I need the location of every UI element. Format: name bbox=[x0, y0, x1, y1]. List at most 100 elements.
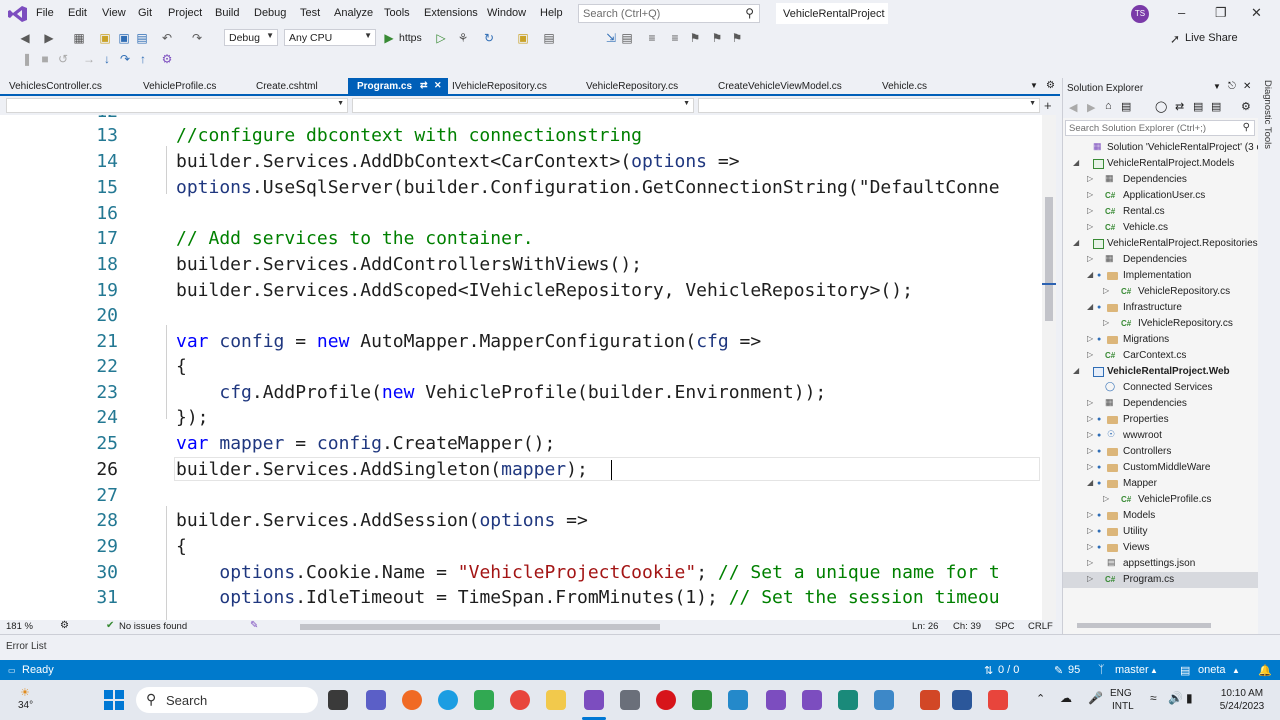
tree-folder[interactable]: ▷ ● Models bbox=[1063, 508, 1259, 524]
sync-icon[interactable]: ⇄ bbox=[1175, 100, 1184, 113]
visual-studio-taskbar-icon[interactable] bbox=[584, 690, 604, 710]
tab-vehiclescontroller[interactable]: VehiclesController.cs bbox=[0, 78, 111, 94]
redo-icon[interactable]: ↷ bbox=[190, 31, 204, 45]
step-over-icon[interactable]: ↷ bbox=[118, 52, 132, 66]
home-icon[interactable]: ⌂ bbox=[1105, 100, 1112, 112]
layout-icon[interactable]: ▤ bbox=[542, 31, 556, 45]
tree-file[interactable]: ▷ C# ApplicationUser.cs bbox=[1063, 188, 1259, 204]
menu-build[interactable]: Build bbox=[215, 7, 239, 19]
weather-temp[interactable]: 34° bbox=[18, 700, 33, 711]
tab-vehiclerepository[interactable]: VehicleRepository.cs bbox=[577, 78, 687, 94]
refresh-icon[interactable]: ↻ bbox=[482, 31, 496, 45]
tree-folder[interactable]: ◢ ● Mapper bbox=[1063, 476, 1259, 492]
save-all-icon[interactable]: ▤ bbox=[135, 31, 149, 45]
volume-icon[interactable]: 🔊 bbox=[1168, 691, 1183, 705]
chrome-icon[interactable] bbox=[510, 690, 530, 710]
clock-date[interactable]: 5/24/2023 bbox=[1214, 701, 1270, 712]
show-all-files-icon[interactable]: ▤ bbox=[1211, 100, 1221, 113]
tree-connected-services[interactable]: ◯ Connected Services bbox=[1063, 380, 1259, 396]
expanded-icon[interactable]: ◢ bbox=[1073, 158, 1079, 167]
diagnostics-icon[interactable]: ⚙ bbox=[160, 52, 174, 66]
repo-name[interactable]: oneta bbox=[1198, 664, 1226, 676]
tree-project-web[interactable]: ◢ VehicleRentalProject.Web bbox=[1063, 364, 1259, 380]
maximize-icon[interactable]: ❐ bbox=[1215, 5, 1227, 21]
tab-create-cshtml[interactable]: Create.cshtml bbox=[247, 78, 327, 94]
step-into-icon[interactable]: ↓ bbox=[100, 52, 114, 66]
tab-vehicleprofile[interactable]: VehicleProfile.cs bbox=[134, 78, 225, 94]
line-indicator[interactable]: Ln: 26 bbox=[912, 621, 938, 632]
back-icon[interactable]: ◀ bbox=[18, 31, 32, 45]
tab-createvehicleviewmodel[interactable]: CreateVehicleViewModel.cs bbox=[709, 78, 851, 94]
prev-bookmark-icon[interactable]: ⚑ bbox=[710, 31, 724, 45]
tree-file[interactable]: ▷ C# Rental.cs bbox=[1063, 204, 1259, 220]
powerpoint-icon[interactable] bbox=[920, 690, 940, 710]
editor-horizontal-scrollbar[interactable] bbox=[300, 624, 660, 630]
clock-time[interactable]: 10:10 AM bbox=[1216, 688, 1268, 699]
menu-debug[interactable]: Debug bbox=[254, 7, 286, 19]
opera-icon[interactable] bbox=[656, 690, 676, 710]
windows-start-icon[interactable] bbox=[104, 690, 124, 710]
pending-changes-count[interactable]: 95 bbox=[1068, 664, 1080, 676]
menu-edit[interactable]: Edit bbox=[68, 7, 87, 19]
visual-studio-purple-icon[interactable] bbox=[802, 690, 822, 710]
collapsed-icon[interactable]: ▷ bbox=[1087, 430, 1093, 439]
search-input[interactable]: Search (Ctrl+Q) ⚲ bbox=[578, 4, 760, 23]
menu-test[interactable]: Test bbox=[300, 7, 320, 19]
back-icon[interactable]: ◀ bbox=[1069, 101, 1077, 114]
minimize-icon[interactable]: – bbox=[1178, 5, 1185, 20]
menu-help[interactable]: Help bbox=[540, 7, 563, 19]
code-editor[interactable]: 12 13 //configure dbcontext with connect… bbox=[0, 115, 1042, 620]
input-region[interactable]: INTL bbox=[1112, 701, 1134, 712]
scrollbar-thumb[interactable] bbox=[1077, 623, 1211, 628]
collapsed-icon[interactable]: ▷ bbox=[1087, 254, 1093, 263]
collapsed-icon[interactable]: ▷ bbox=[1087, 414, 1093, 423]
undo-icon[interactable]: ↶ bbox=[160, 31, 174, 45]
stop-icon[interactable]: ■ bbox=[38, 52, 52, 66]
config-select[interactable]: Debug ▼ bbox=[224, 29, 278, 46]
pin-icon[interactable]: ⎋ bbox=[1228, 81, 1236, 92]
project-scope-select[interactable]: ▼ bbox=[6, 98, 348, 113]
tab-program[interactable]: Program.cs ⇄ ✕ bbox=[348, 78, 448, 94]
collapsed-icon[interactable]: ▷ bbox=[1087, 558, 1093, 567]
close-icon[interactable]: ✕ bbox=[1243, 81, 1251, 92]
collapsed-icon[interactable]: ▷ bbox=[1087, 222, 1093, 231]
expanded-icon[interactable]: ◢ bbox=[1087, 302, 1093, 311]
live-share-button[interactable]: Live Share bbox=[1185, 32, 1238, 44]
tab-ivehiclerepository[interactable]: IVehicleRepository.cs bbox=[443, 78, 556, 94]
tree-folder[interactable]: ▷ ● CustomMiddleWare bbox=[1063, 460, 1259, 476]
diagnostic-tools-side-tab[interactable]: Diagnostic Tools bbox=[1258, 78, 1280, 634]
tree-folder[interactable]: ▷ ● Migrations bbox=[1063, 332, 1259, 348]
app-red-c-icon[interactable] bbox=[988, 690, 1008, 710]
collapsed-icon[interactable]: ▷ bbox=[1087, 398, 1093, 407]
switch-views-icon[interactable]: ▤ bbox=[1121, 100, 1131, 113]
collapsed-icon[interactable]: ▷ bbox=[1103, 286, 1109, 295]
battery-icon[interactable]: ▮ bbox=[1186, 691, 1193, 705]
indent-icon[interactable]: ≡ bbox=[645, 31, 659, 45]
collapsed-icon[interactable]: ▷ bbox=[1087, 446, 1093, 455]
microphone-icon[interactable]: 🎤 bbox=[1088, 691, 1103, 705]
collapsed-icon[interactable]: ▷ bbox=[1087, 334, 1093, 343]
tree-project-models[interactable]: ◢ VehicleRentalProject.Models bbox=[1063, 156, 1259, 172]
error-list-tab[interactable]: Error List bbox=[0, 634, 1280, 660]
weather-icon[interactable]: ☀ bbox=[20, 686, 30, 699]
collapsed-icon[interactable]: ▷ bbox=[1087, 462, 1093, 471]
menu-extensions[interactable]: Extensions bbox=[424, 7, 478, 19]
collapsed-icon[interactable]: ▷ bbox=[1103, 494, 1109, 503]
folder-icon[interactable]: ▣ bbox=[516, 31, 530, 45]
column-indicator[interactable]: Ch: 39 bbox=[953, 621, 981, 632]
collapsed-icon[interactable]: ▷ bbox=[1103, 318, 1109, 327]
tree-file[interactable]: ▷ ▤ appsettings.json bbox=[1063, 556, 1259, 572]
tree-dependencies[interactable]: ▷ ▦ Dependencies bbox=[1063, 396, 1259, 412]
step-out-icon[interactable]: ↑ bbox=[136, 52, 150, 66]
properties-icon[interactable]: ⚙ bbox=[1241, 100, 1251, 113]
branch-name[interactable]: master bbox=[1115, 664, 1149, 676]
menu-window[interactable]: Window bbox=[487, 7, 526, 19]
collapsed-icon[interactable]: ▷ bbox=[1087, 174, 1093, 183]
tree-folder[interactable]: ▷ ● Views bbox=[1063, 540, 1259, 556]
close-icon[interactable]: ✕ bbox=[1251, 5, 1262, 21]
menu-project[interactable]: Project bbox=[168, 7, 202, 19]
tree-folder[interactable]: ▷ ● Properties bbox=[1063, 412, 1259, 428]
chevron-down-icon[interactable]: ▼ bbox=[1213, 82, 1221, 91]
word-icon[interactable] bbox=[952, 690, 972, 710]
type-scope-select[interactable]: ▼ bbox=[352, 98, 694, 113]
